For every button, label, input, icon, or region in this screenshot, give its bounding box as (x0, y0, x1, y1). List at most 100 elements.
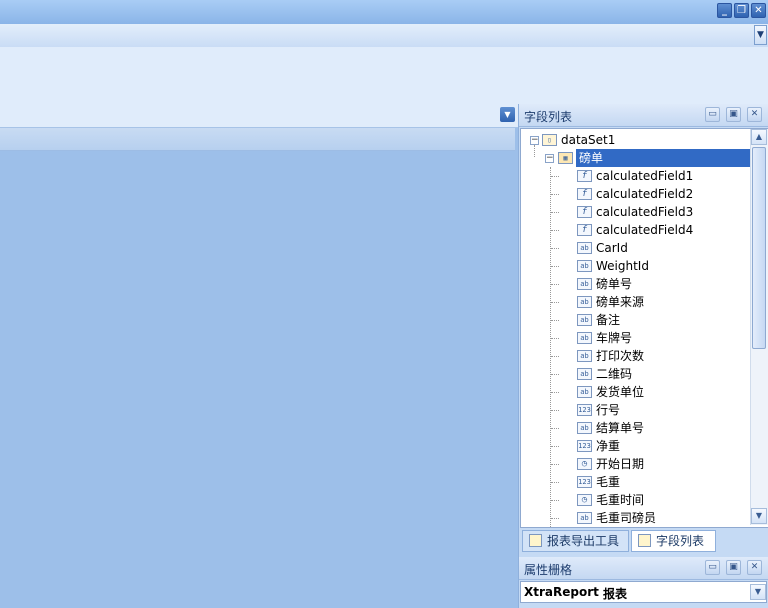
tree-connector (551, 446, 559, 447)
tree-node-label: 磅单 (576, 149, 750, 167)
export-tool-icon (529, 534, 542, 547)
chevron-down-icon: ▼ (754, 587, 762, 596)
close-icon: ✕ (754, 5, 763, 16)
string-field-icon: ab (577, 368, 592, 380)
tree-connector (551, 410, 559, 411)
tree-node-field[interactable]: f calculatedField4 (521, 221, 749, 239)
tree-node-label: 备注 (596, 313, 621, 327)
field-list-icon (638, 534, 651, 547)
tree-node-field[interactable]: ab 发货单位 (521, 383, 749, 401)
tree-connector (551, 518, 559, 519)
dock-options-button[interactable]: ▼ (500, 107, 515, 122)
string-field-icon: ab (577, 296, 592, 308)
function-icon: f (577, 188, 592, 200)
tree-connector (551, 356, 559, 357)
tree-node-label: 行号 (596, 403, 621, 417)
function-icon: f (577, 206, 592, 218)
vertical-scrollbar[interactable]: ▲ ▼ (750, 129, 768, 525)
tree-node-field[interactable]: ab 备注 (521, 311, 749, 329)
design-surface[interactable] (0, 151, 517, 608)
panel-close-button[interactable]: ✕ (747, 560, 762, 575)
tree-node-table[interactable]: − ▦ 磅单 (521, 145, 750, 167)
property-grid-header: 属性栅格 ▭ ▣ ✕ (519, 557, 768, 580)
window-title-bar: _ ❐ ✕ (0, 0, 768, 25)
selected-object-name: XtraReport (524, 585, 599, 599)
minimize-icon: ▭ (708, 109, 717, 119)
pin-icon: ▣ (729, 562, 738, 572)
tree-node-field[interactable]: ab 打印次数 (521, 347, 749, 365)
tree-node-label: calculatedField3 (596, 205, 694, 219)
panel-pin-button[interactable]: ▣ (726, 560, 741, 575)
panel-minimize-button[interactable]: ▭ (705, 107, 720, 122)
tab-label: 字段列表 (656, 534, 705, 548)
tree-connector (551, 374, 559, 375)
chevron-down-icon: ▼ (755, 511, 763, 520)
tree-node-dataset[interactable]: − ▯ dataSet1 (521, 131, 749, 149)
tree-node-label: 车牌号 (596, 331, 633, 345)
tree-node-field[interactable]: 123 毛重 (521, 473, 749, 491)
panel-minimize-button[interactable]: ▭ (705, 560, 720, 575)
tree-connector (551, 230, 559, 231)
select-dropdown-button[interactable]: ▼ (750, 584, 766, 600)
pin-icon: ▣ (729, 109, 738, 119)
string-field-icon: ab (577, 386, 592, 398)
property-grid-title: 属性栅格 (524, 563, 573, 577)
tree-node-field[interactable]: ab 毛重司磅员 (521, 509, 749, 527)
panel-pin-button[interactable]: ▣ (726, 107, 741, 122)
tree-node-label: 净重 (596, 439, 621, 453)
tree-connector (551, 248, 559, 249)
function-icon: f (577, 170, 592, 182)
tree-node-field[interactable]: f calculatedField2 (521, 185, 749, 203)
tree-node-field[interactable]: ab WeightId (521, 257, 749, 275)
tree-node-label: 毛重司磅员 (596, 511, 657, 525)
tree-node-field[interactable]: ◷ 毛重时间 (521, 491, 749, 509)
number-field-icon: 123 (577, 404, 592, 416)
collapse-icon[interactable]: − (530, 136, 539, 145)
string-field-icon: ab (577, 512, 592, 524)
tree-connector (551, 392, 559, 393)
tree-connector (551, 320, 559, 321)
minimize-icon: ▭ (708, 562, 717, 572)
tree-node-field[interactable]: ab 结算单号 (521, 419, 749, 437)
chevron-down-icon: ▼ (504, 110, 511, 119)
tree-connector (551, 266, 559, 267)
field-list-tree[interactable]: − ▯ dataSet1 − ▦ 磅单 f calculatedField1 f ca… (520, 128, 768, 528)
property-object-select[interactable]: XtraReport 报表 ▼ (520, 581, 767, 603)
tree-connector (551, 482, 559, 483)
collapse-icon[interactable]: − (545, 154, 554, 163)
ribbon-tab-strip: ▼ (0, 24, 768, 48)
chevron-down-icon: ▼ (757, 30, 764, 40)
tab-field-list[interactable]: 字段列表 (631, 530, 716, 552)
restore-button[interactable]: ❐ (734, 3, 749, 18)
tree-connector (551, 284, 559, 285)
scroll-thumb[interactable] (752, 147, 766, 349)
tree-node-field[interactable]: ◷ 开始日期 (521, 455, 749, 473)
tree-node-label: 发货单位 (596, 385, 645, 399)
designer-header-strip (0, 128, 515, 151)
minimize-button[interactable]: _ (717, 3, 732, 18)
scroll-up-button[interactable]: ▲ (751, 129, 767, 145)
close-button[interactable]: ✕ (751, 3, 766, 18)
tree-connector (551, 428, 559, 429)
tree-node-field[interactable]: ab 磅单号 (521, 275, 749, 293)
tree-node-field[interactable]: f calculatedField3 (521, 203, 749, 221)
tab-report-export-tool[interactable]: 报表导出工具 (522, 530, 629, 552)
tree-node-field[interactable]: ab 二维码 (521, 365, 749, 383)
ribbon-options-button[interactable]: ▼ (754, 25, 767, 45)
panel-close-button[interactable]: ✕ (747, 107, 762, 122)
tree-node-field[interactable]: ab CarId (521, 239, 749, 257)
tree-node-field[interactable]: ab 车牌号 (521, 329, 749, 347)
tree-node-field[interactable]: ab 磅单来源 (521, 293, 749, 311)
panel-tabs: 报表导出工具 字段列表 (519, 528, 768, 554)
number-field-icon: 123 (577, 476, 592, 488)
tree-node-field[interactable]: 123 净重 (521, 437, 749, 455)
string-field-icon: ab (577, 278, 592, 290)
string-field-icon: ab (577, 314, 592, 326)
tree-node-label: dataSet1 (561, 133, 616, 147)
scroll-down-button[interactable]: ▼ (751, 508, 767, 524)
tree-node-field[interactable]: f calculatedField1 (521, 167, 749, 185)
tree-node-label: 磅单来源 (596, 295, 645, 309)
tab-label: 报表导出工具 (547, 534, 620, 548)
tree-node-field[interactable]: 123 行号 (521, 401, 749, 419)
tree-connector (551, 464, 559, 465)
